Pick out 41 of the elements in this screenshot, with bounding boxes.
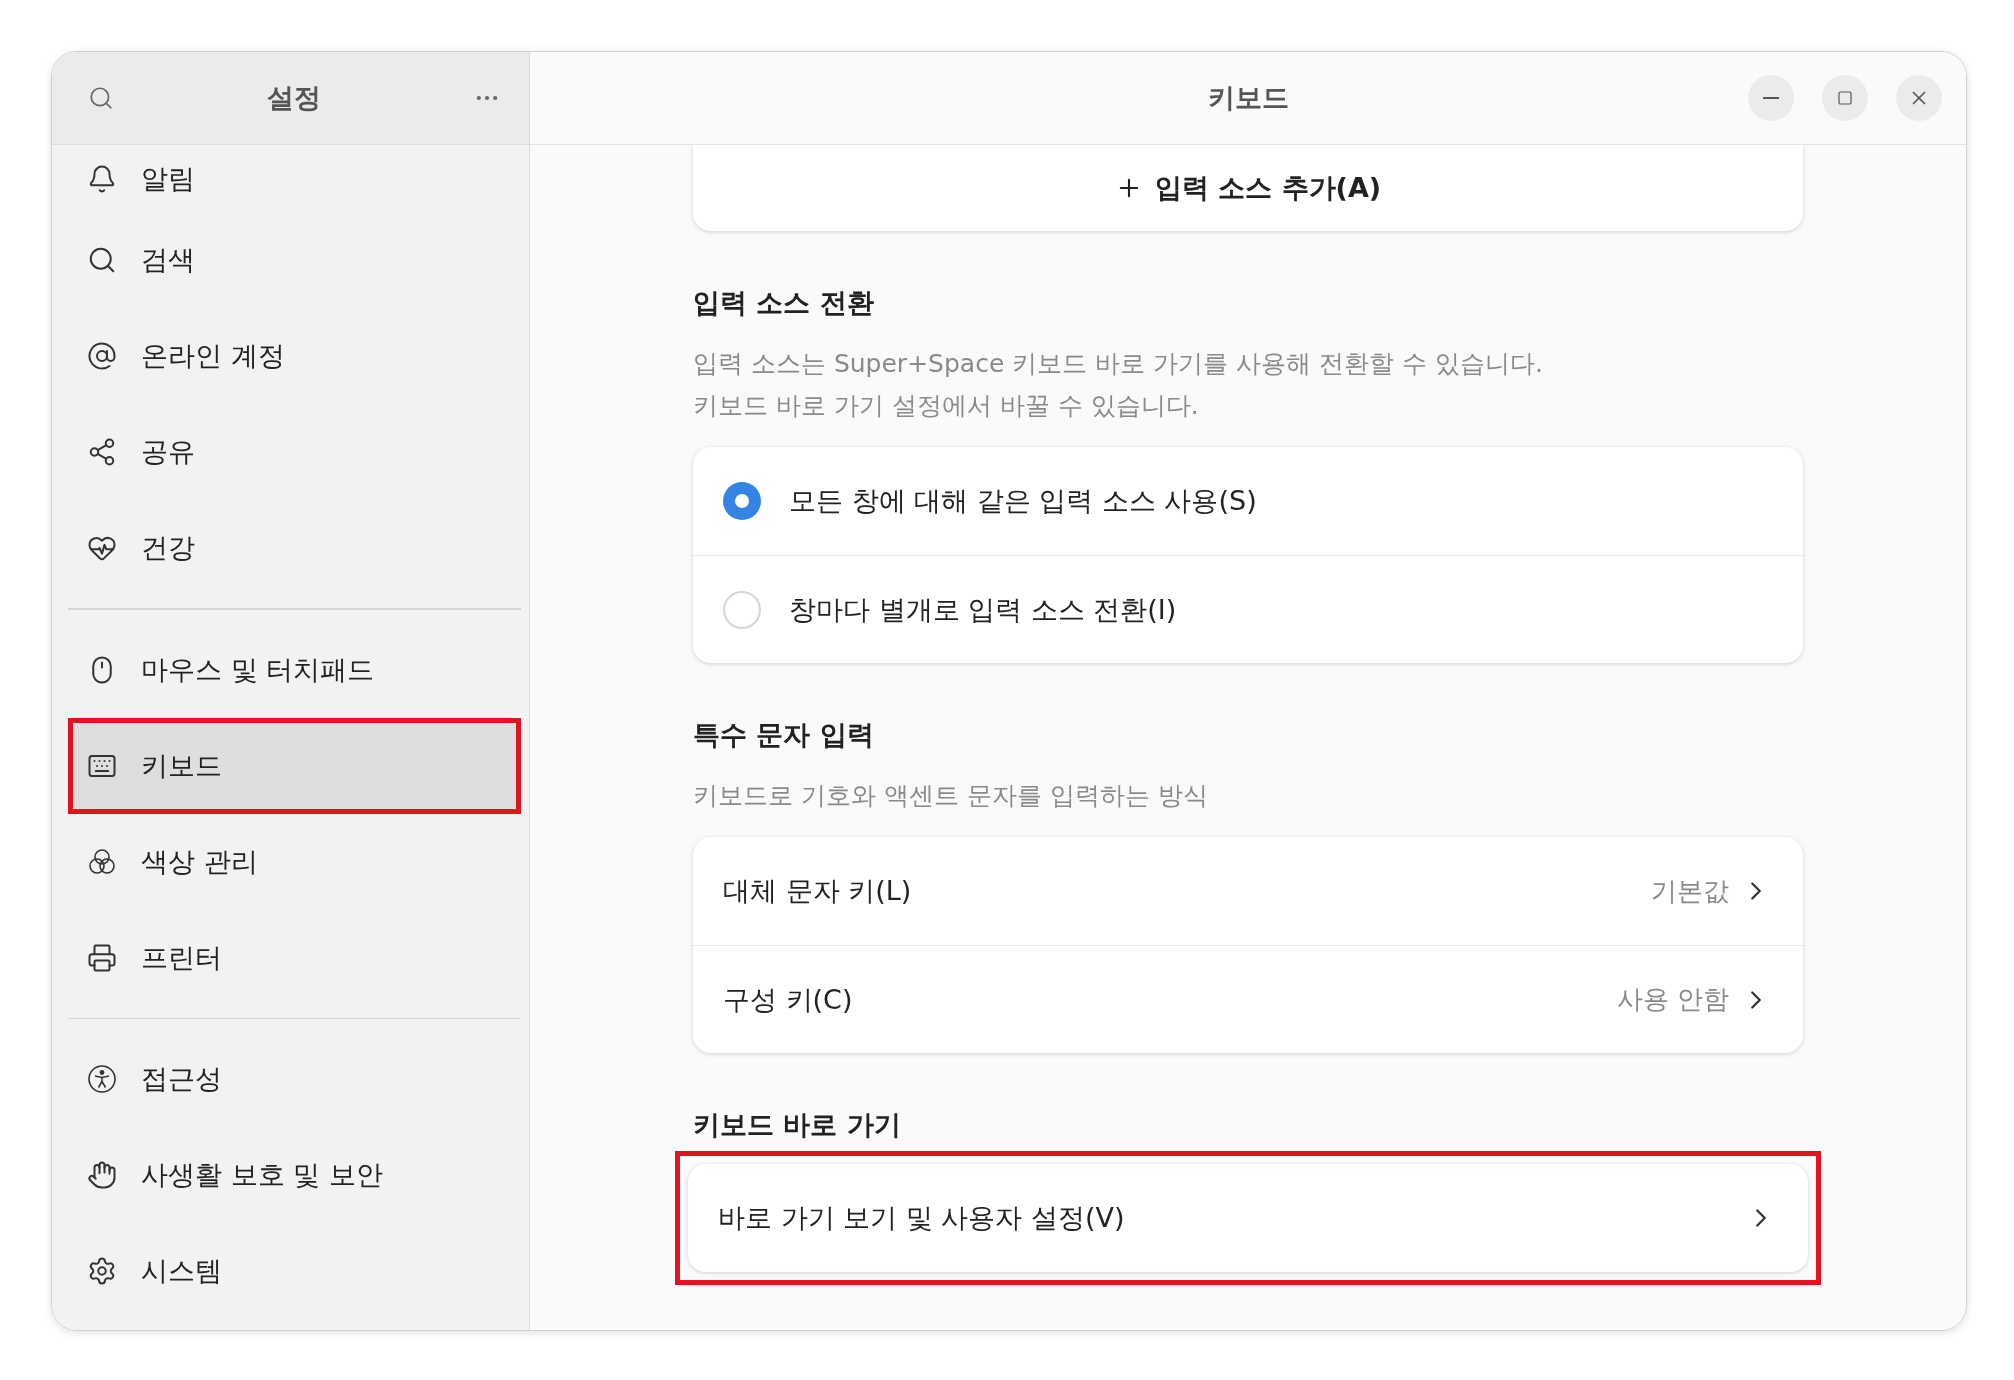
sidebar-item[interactable]: 온라인 계정 <box>73 313 516 399</box>
sidebar-item[interactable]: 키보드 <box>73 722 516 809</box>
section-description: 입력 소스는 Super+Space 키보드 바로 가기를 사용해 전환할 수 있습니다. 키보드 바로 가기 설정에서 바꿀 수 있습니다. <box>693 348 1544 422</box>
sidebar-item[interactable]: 공유 <box>73 409 516 495</box>
sidebar-item[interactable]: 검색 <box>73 217 516 303</box>
color-circles-icon <box>87 846 117 877</box>
maximize-button[interactable] <box>1822 75 1868 121</box>
sidebar-item[interactable]: 접근성 <box>73 1036 516 1122</box>
section-heading: 키보드 바로 가기 <box>693 1108 902 1142</box>
settings-row[interactable]: 구성 키(C) 사용 안함 <box>693 945 1803 1053</box>
window-title: 키보드 <box>1207 81 1289 115</box>
search-icon[interactable] <box>88 85 114 111</box>
radio-button[interactable] <box>723 482 761 520</box>
sidebar-item[interactable]: 마우스 및 터치패드 <box>73 626 516 713</box>
minus-icon <box>1763 97 1779 99</box>
add-input-source-button[interactable]: 입력 소스 추가(A) <box>693 145 1803 231</box>
hand-icon <box>87 1160 117 1190</box>
sidebar-item[interactable]: 시스템 <box>73 1228 516 1314</box>
search-icon <box>87 245 117 275</box>
sidebar-item[interactable]: 건강 <box>73 505 516 591</box>
settings-icon <box>87 1256 117 1286</box>
settings-row[interactable]: 대체 문자 키(L) 기본값 <box>693 837 1803 945</box>
bell-icon <box>87 163 117 194</box>
section-heading: 특수 문자 입력 <box>693 718 875 752</box>
sidebar-item[interactable]: 알림 <box>73 150 516 207</box>
sidebar-item[interactable]: 프린터 <box>73 914 516 1001</box>
radio-option[interactable]: 창마다 별개로 입력 소스 전환(I) <box>693 555 1803 663</box>
square-icon <box>1837 90 1853 106</box>
radio-button[interactable] <box>723 590 761 629</box>
share-icon <box>87 437 117 467</box>
close-button[interactable] <box>1896 75 1942 121</box>
sidebar-item[interactable]: 사생활 보호 및 보안 <box>73 1132 516 1218</box>
printer-icon <box>87 942 117 973</box>
sidebar-item[interactable]: 색상 관리 <box>73 818 516 905</box>
accessibility-icon <box>87 1064 117 1094</box>
at-sign-icon <box>87 341 117 371</box>
settings-row[interactable]: 바로 가기 보기 및 사용자 설정(V) <box>688 1164 1808 1272</box>
sidebar-title: 설정 <box>266 81 321 115</box>
section-heading: 입력 소스 전환 <box>693 286 875 320</box>
section-description: 키보드로 기호와 액센트 문자를 입력하는 방식 <box>693 780 1209 812</box>
radio-option[interactable]: 모든 창에 대해 같은 입력 소스 사용(S) <box>693 447 1803 555</box>
